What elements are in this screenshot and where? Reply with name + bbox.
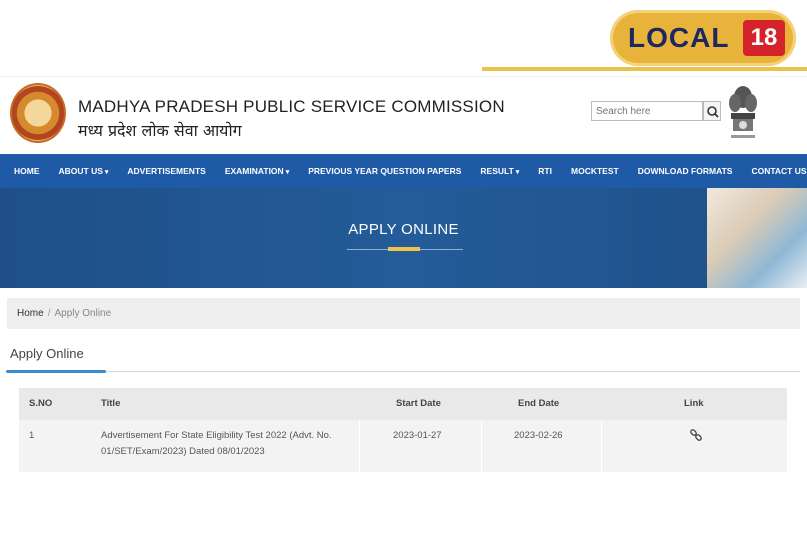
banner-divider-accent — [388, 247, 420, 251]
column-divider — [601, 420, 602, 472]
column-divider — [359, 420, 360, 472]
banner-photo — [707, 188, 807, 288]
local18-badge: LOCAL 18 — [610, 10, 796, 66]
nav-result[interactable]: RESULT ▾ — [480, 166, 519, 176]
org-name-english: MADHYA PRADESH PUBLIC SERVICE COMMISSION — [78, 97, 505, 116]
site-header: MADHYA PRADESH PUBLIC SERVICE COMMISSION… — [0, 76, 807, 154]
org-name-hindi: मध्य प्रदेश लोक सेवा आयोग — [78, 121, 242, 140]
breadcrumb: Home / Apply Online — [7, 298, 800, 329]
nav-contact-us[interactable]: CONTACT US — [751, 166, 806, 176]
cell-start-date: 2023-01-27 — [393, 430, 442, 441]
local18-logo: LOCAL 18 — [610, 10, 800, 72]
table-header: S.NO Title Start Date End Date Link — [19, 388, 787, 420]
national-emblem-icon — [729, 86, 757, 138]
caret-down-icon: ▾ — [515, 169, 520, 176]
link-icon[interactable] — [689, 428, 703, 442]
section-title: Apply Online — [10, 346, 84, 361]
section-divider — [6, 371, 800, 372]
local18-brand-text: LOCAL — [628, 22, 730, 53]
nav-previous-year-papers[interactable]: PREVIOUS YEAR QUESTION PAPERS — [308, 166, 461, 176]
badge-underline — [482, 67, 807, 71]
column-divider — [481, 420, 482, 472]
breadcrumb-separator: / — [47, 308, 51, 319]
section-divider-accent — [6, 370, 106, 373]
caret-down-icon: ▾ — [285, 169, 290, 176]
apply-online-table: S.NO Title Start Date End Date Link 1 Ad… — [19, 388, 787, 472]
cell-end-date: 2023-02-26 — [514, 430, 563, 441]
header-link: Link — [684, 398, 704, 409]
header-end-date: End Date — [518, 398, 560, 409]
page: LOCAL 18 MADHYA PRADESH PUBLIC SERVICE C… — [0, 0, 807, 538]
cell-sno: 1 — [29, 430, 35, 441]
nav-home[interactable]: HOME — [14, 166, 40, 176]
header-title: Title — [101, 398, 121, 409]
header-start-date: Start Date — [396, 398, 441, 409]
cell-title-line2: 01/SET/Exam/2023) Dated 08/01/2023 — [101, 446, 265, 457]
local18-number: 18 — [743, 20, 785, 56]
breadcrumb-home-link[interactable]: Home — [17, 308, 44, 319]
caret-down-icon: ▾ — [104, 169, 109, 176]
breadcrumb-current: Apply Online — [54, 308, 112, 319]
table-row: 1 Advertisement For State Eligibility Te… — [19, 420, 787, 472]
page-banner: APPLY ONLINE — [0, 188, 807, 288]
nav-advertisements[interactable]: ADVERTISEMENTS — [127, 166, 205, 176]
search-icon — [707, 106, 719, 118]
banner-title: APPLY ONLINE — [348, 221, 459, 238]
cell-title-line1: Advertisement For State Eligibility Test… — [101, 430, 332, 441]
header-sno: S.NO — [29, 398, 53, 409]
nav-examination[interactable]: EXAMINATION ▾ — [225, 166, 289, 176]
main-nav: HOME ABOUT US ▾ ADVERTISEMENTS EXAMINATIO… — [0, 154, 807, 188]
nav-about-us[interactable]: ABOUT US ▾ — [59, 166, 109, 176]
search-input[interactable] — [591, 101, 703, 121]
nav-rti[interactable]: RTI — [538, 166, 552, 176]
search-button[interactable] — [703, 101, 721, 121]
nav-mocktest[interactable]: MOCKTEST — [571, 166, 619, 176]
nav-download-formats[interactable]: DOWNLOAD FORMATS — [638, 166, 733, 176]
mppsc-logo-icon[interactable] — [10, 83, 66, 143]
